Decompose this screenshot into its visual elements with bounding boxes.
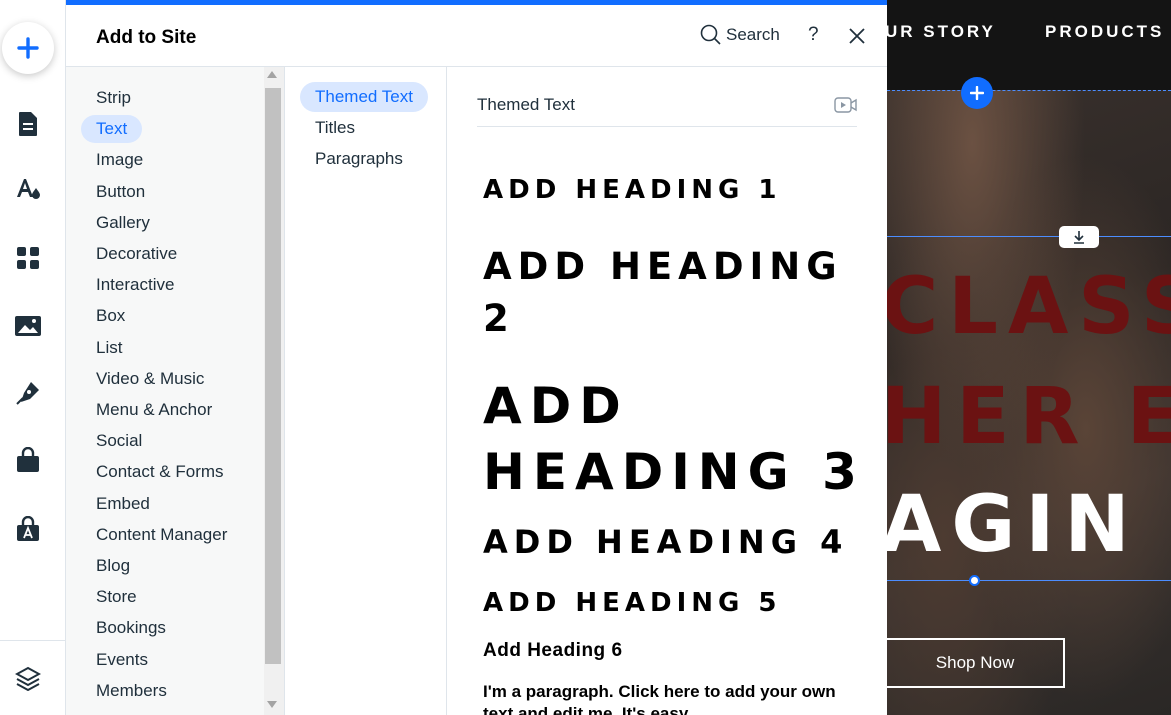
category-item-gallery[interactable]: Gallery	[81, 209, 165, 237]
nav-item-products[interactable]: PRODUCTS	[1045, 22, 1164, 42]
selection-top-edge	[887, 236, 1171, 237]
section-boundary-line	[887, 90, 1171, 91]
shop-now-button[interactable]: Shop Now	[887, 638, 1065, 688]
category-item-contact-forms[interactable]: Contact & Forms	[81, 458, 239, 486]
app-market-bag-icon	[17, 516, 39, 541]
category-item-events[interactable]: Events	[81, 646, 163, 674]
shopping-bag-icon	[17, 447, 39, 472]
hero-text-line-1[interactable]: CLASS	[887, 262, 1171, 352]
apps-grid-icon	[17, 247, 39, 269]
category-list: Strip Text Image Button Gallery Decorative Int…	[66, 67, 285, 715]
heading-1-preset[interactable]: Add Heading 1	[483, 175, 781, 205]
image-icon	[15, 316, 41, 336]
paragraph-preset[interactable]: I'm a paragraph. Click here to add your …	[483, 681, 853, 715]
add-apps-button[interactable]	[11, 241, 45, 275]
app-market-button[interactable]	[11, 512, 45, 546]
layers-icon	[15, 666, 41, 691]
rail-divider	[0, 640, 65, 641]
subcategory-item-titles[interactable]: Titles	[300, 113, 370, 143]
heading-3-preset[interactable]: Add Heading 3	[483, 373, 883, 505]
site-design-button[interactable]	[11, 172, 45, 206]
resize-handle[interactable]	[969, 575, 980, 586]
add-elements-button[interactable]	[2, 22, 54, 74]
search-button[interactable]: Search	[700, 24, 780, 46]
category-item-decorative[interactable]: Decorative	[81, 240, 192, 268]
category-item-list[interactable]: List	[81, 334, 137, 362]
category-item-bookings[interactable]: Bookings	[81, 614, 181, 642]
category-item-video-music[interactable]: Video & Music	[81, 365, 219, 393]
heading-2-preset[interactable]: Add Heading 2	[483, 241, 873, 345]
heading-4-preset[interactable]: Add Heading 4	[483, 523, 848, 561]
section-divider	[477, 126, 857, 127]
themed-text-section: Themed Text Add Heading 1 Add Heading 2 …	[447, 67, 887, 715]
pages-menu-button[interactable]	[11, 107, 45, 141]
hero-text-line-3[interactable]: AGIN	[887, 480, 1140, 570]
create-tool-button[interactable]	[11, 376, 45, 410]
subcategory-list: Themed Text Titles Paragraphs	[285, 67, 447, 715]
panel-title: Add to Site	[96, 27, 197, 48]
plus-icon	[970, 86, 984, 100]
download-handle[interactable]	[1059, 226, 1099, 248]
category-item-strip[interactable]: Strip	[81, 84, 146, 112]
site-canvas: UR STORY PRODUCTS CLASS HER E AGIN Shop …	[887, 0, 1171, 715]
nav-item-our-story[interactable]: UR STORY	[887, 22, 996, 42]
subcategory-item-paragraphs[interactable]: Paragraphs	[300, 144, 418, 174]
selection-bottom-edge	[887, 580, 1171, 581]
layers-button[interactable]	[11, 661, 45, 695]
plus-icon	[17, 37, 39, 59]
category-scrollbar[interactable]	[264, 67, 284, 715]
category-item-button[interactable]: Button	[81, 178, 160, 206]
scroll-up-arrow[interactable]	[267, 71, 277, 78]
heading-5-preset[interactable]: Add Heading 5	[483, 588, 781, 618]
video-tutorial-icon[interactable]	[834, 96, 858, 114]
category-item-members[interactable]: Members	[81, 677, 182, 705]
category-item-content-manager[interactable]: Content Manager	[81, 521, 242, 549]
category-item-menu-anchor[interactable]: Menu & Anchor	[81, 396, 227, 424]
download-icon	[1074, 231, 1084, 244]
site-header: UR STORY PRODUCTS	[887, 0, 1171, 90]
search-label: Search	[726, 25, 780, 44]
category-item-social[interactable]: Social	[81, 427, 157, 455]
category-item-embed[interactable]: Embed	[81, 490, 165, 518]
add-to-site-panel: Add to Site Search ? Strip Text Image Butto…	[66, 0, 887, 715]
page-icon	[19, 112, 37, 136]
hero-text-line-2[interactable]: HER E	[887, 372, 1171, 462]
pen-nib-icon	[16, 382, 39, 405]
business-tools-button[interactable]	[11, 443, 45, 477]
category-item-box[interactable]: Box	[81, 302, 140, 330]
close-icon[interactable]	[846, 25, 868, 47]
panel-header: Add to Site Search ?	[66, 5, 887, 67]
add-section-button[interactable]	[961, 77, 993, 109]
search-icon	[700, 24, 721, 45]
scroll-down-arrow[interactable]	[267, 701, 277, 708]
heading-6-preset[interactable]: Add Heading 6	[483, 640, 623, 662]
left-tool-rail	[0, 0, 66, 715]
help-button[interactable]: ?	[808, 24, 819, 46]
subcategory-item-themed-text[interactable]: Themed Text	[300, 82, 428, 112]
category-item-store[interactable]: Store	[81, 583, 152, 611]
category-item-interactive[interactable]: Interactive	[81, 271, 189, 299]
media-manager-button[interactable]	[11, 309, 45, 343]
typography-drop-icon	[17, 179, 40, 199]
category-item-blog[interactable]: Blog	[81, 552, 145, 580]
category-item-text[interactable]: Text	[81, 115, 143, 144]
section-title: Themed Text	[477, 95, 575, 114]
category-item-image[interactable]: Image	[81, 146, 158, 174]
scroll-thumb[interactable]	[265, 88, 281, 664]
